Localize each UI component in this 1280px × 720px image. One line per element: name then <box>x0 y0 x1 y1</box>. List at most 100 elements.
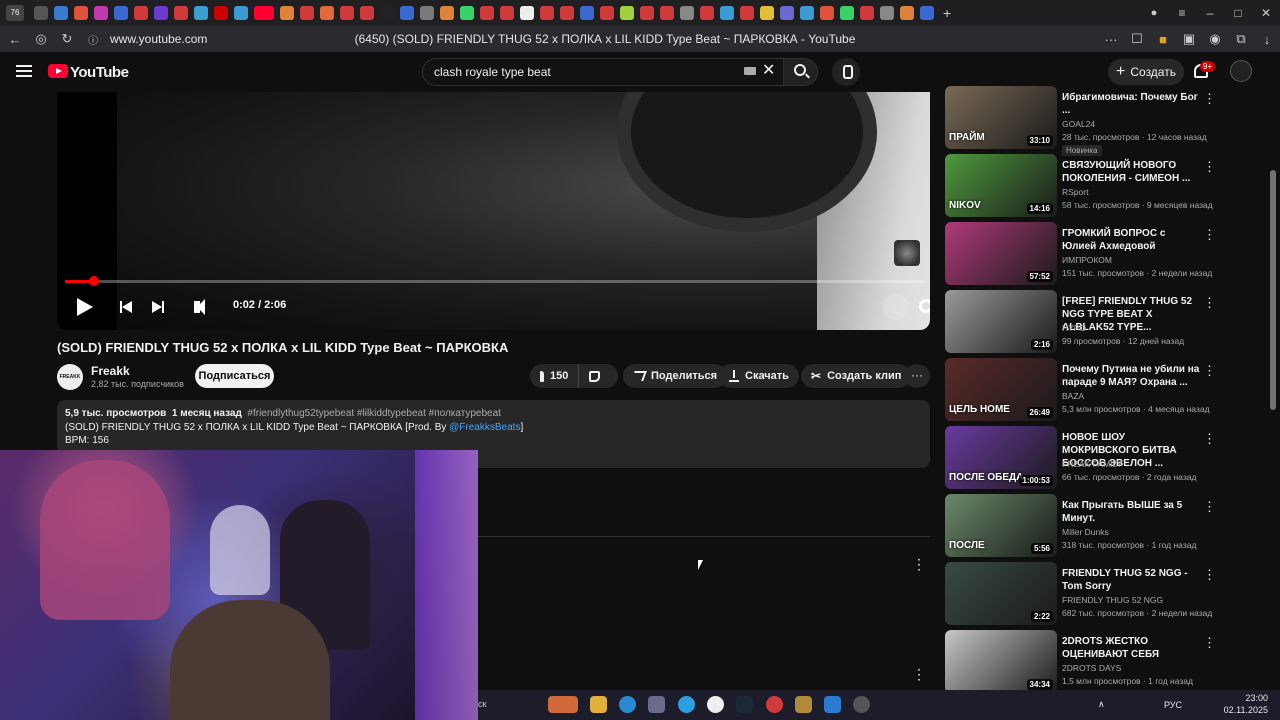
tab-icon[interactable] <box>280 6 294 20</box>
progress-bar[interactable] <box>65 280 925 283</box>
create-button[interactable]: + Создать <box>1108 59 1184 85</box>
tab-icon[interactable] <box>194 6 208 20</box>
tab-icon[interactable] <box>440 6 454 20</box>
back-icon[interactable]: ← <box>2 32 28 47</box>
hashtags[interactable]: #friendlythug52typebeat #lilkiddtypebeat… <box>247 408 501 419</box>
tab-icon[interactable] <box>920 6 934 20</box>
tab-icon[interactable] <box>860 6 874 20</box>
tab-icon[interactable] <box>600 6 614 20</box>
rec-channel[interactable]: RSport <box>1062 187 1088 197</box>
rec-menu-icon[interactable]: ⋮ <box>1203 159 1216 175</box>
rec-title[interactable]: FRIENDLY THUG 52 NGG - Tom Sorry <box>1062 567 1200 593</box>
rec-thumbnail[interactable]: 2:16 <box>945 290 1057 353</box>
subscribe-button[interactable]: Подписаться <box>195 364 274 388</box>
rec-menu-icon[interactable]: ⋮ <box>1203 91 1216 107</box>
previous-icon[interactable] <box>120 301 132 313</box>
taskbar-widget-icon[interactable] <box>548 696 578 713</box>
tab-icon[interactable] <box>174 6 188 20</box>
rec-menu-icon[interactable]: ⋮ <box>1203 567 1216 583</box>
language-indicator[interactable]: РУС <box>1164 700 1182 710</box>
tab-icon[interactable] <box>420 6 434 20</box>
more-actions-icon[interactable]: ··· <box>904 364 930 388</box>
profile-icon[interactable]: ● <box>1140 7 1168 19</box>
screenshot-icon[interactable]: ◉ <box>1202 31 1228 47</box>
tab-icon[interactable] <box>780 6 794 20</box>
next-icon[interactable] <box>152 301 164 313</box>
tab-icon[interactable] <box>234 6 248 20</box>
app-icon[interactable] <box>766 696 783 713</box>
rec-menu-icon[interactable]: ⋮ <box>1203 635 1216 651</box>
tab-icon[interactable] <box>640 6 654 20</box>
tab-icon[interactable] <box>660 6 674 20</box>
clock-date[interactable]: 02.11.2025 <box>1222 705 1268 715</box>
rec-title[interactable]: Ибрагимовича: Почему Бог ... <box>1062 91 1200 117</box>
download-button[interactable]: Скачать <box>719 364 799 388</box>
file-explorer-icon[interactable] <box>590 696 607 713</box>
app-icon[interactable] <box>795 696 812 713</box>
rec-title[interactable]: Почему Путина не убили на параде 9 МАЯ? … <box>1062 363 1200 389</box>
maximize-icon[interactable]: □ <box>1224 6 1252 20</box>
tab-icon[interactable] <box>94 6 108 20</box>
reload-icon[interactable]: ↻ <box>54 31 80 47</box>
tab-icon[interactable] <box>520 6 534 20</box>
rec-menu-icon[interactable]: ⋮ <box>1203 295 1216 311</box>
steam-icon[interactable] <box>736 696 753 713</box>
tab-icon[interactable] <box>540 6 554 20</box>
tab-icon[interactable] <box>134 6 148 20</box>
extension-icon[interactable]: ■ <box>1150 32 1176 47</box>
rec-channel[interactable]: HYPO <box>1062 323 1086 333</box>
rec-thumbnail[interactable]: ЦЕЛЬ HOME 26:49 <box>945 358 1057 421</box>
tab-icon[interactable] <box>114 6 128 20</box>
tab-icon[interactable] <box>154 6 168 20</box>
user-avatar[interactable] <box>1230 60 1252 82</box>
url-field[interactable]: www.youtube.com <box>110 32 207 46</box>
play-icon[interactable] <box>77 298 93 316</box>
tab-icon[interactable] <box>680 6 694 20</box>
tab-icon[interactable] <box>360 6 374 20</box>
volume-icon[interactable] <box>194 299 205 315</box>
rec-menu-icon[interactable]: ⋮ <box>1203 363 1216 379</box>
rec-menu-icon[interactable]: ⋮ <box>1203 431 1216 447</box>
voice-search-icon[interactable] <box>832 58 860 86</box>
producer-link[interactable]: @FreakksBeats <box>449 422 520 433</box>
taskbar-search-text[interactable]: ск <box>478 699 486 709</box>
tab-icon[interactable] <box>500 6 514 20</box>
rec-channel[interactable]: GOAL24 <box>1062 119 1095 129</box>
rec-channel[interactable]: FRIENDLY THUG 52 NGG <box>1062 595 1163 605</box>
menu-hamburger-icon[interactable] <box>16 65 32 77</box>
minimize-icon[interactable]: – <box>1196 6 1224 20</box>
new-tab-icon[interactable]: + <box>943 5 951 21</box>
tab-icon[interactable] <box>560 6 574 20</box>
comment-menu-icon[interactable]: ⋮ <box>912 556 926 573</box>
tab-icon[interactable] <box>74 6 88 20</box>
rec-menu-icon[interactable]: ⋮ <box>1203 499 1216 515</box>
more-icon[interactable]: ··· <box>1098 32 1124 47</box>
rec-channel[interactable]: Miller Dunks <box>1062 527 1109 537</box>
yandex-browser-icon[interactable] <box>707 696 724 713</box>
obs-icon[interactable] <box>853 696 870 713</box>
comment-menu-icon[interactable]: ⋮ <box>912 666 926 683</box>
collections-icon[interactable]: ⧉ <box>1228 31 1254 47</box>
download-icon[interactable]: ↓ <box>1254 32 1280 47</box>
tab-icon[interactable] <box>54 6 68 20</box>
subtitles-icon[interactable] <box>883 294 909 320</box>
tab-counter[interactable]: 76 <box>6 5 24 21</box>
rec-thumbnail[interactable]: ПОСЛЕ ОБЕДА 1:00:53 <box>945 426 1057 489</box>
search-icon[interactable] <box>794 64 806 76</box>
tab-icon[interactable] <box>720 6 734 20</box>
tab-icon[interactable] <box>320 6 334 20</box>
close-window-icon[interactable]: ✕ <box>1252 6 1280 20</box>
video-player[interactable]: 0:02 / 2:06 <box>57 92 930 330</box>
search-input[interactable] <box>423 59 723 85</box>
tab-icon[interactable] <box>400 6 414 20</box>
progress-scrubber-handle[interactable] <box>89 276 99 286</box>
keyboard-icon[interactable] <box>744 67 756 75</box>
edge-icon[interactable] <box>619 696 636 713</box>
forward-icon[interactable]: ◎ <box>28 31 54 47</box>
tray-chevron-icon[interactable]: ∧ <box>1098 699 1105 710</box>
tab-icon[interactable] <box>580 6 594 20</box>
tab-icon[interactable] <box>380 6 394 20</box>
rec-channel[interactable]: 2DROTS DAYS <box>1062 663 1121 673</box>
extension-icon[interactable]: ▣ <box>1176 31 1202 47</box>
clip-button[interactable]: ✂ Создать клип <box>801 364 912 388</box>
